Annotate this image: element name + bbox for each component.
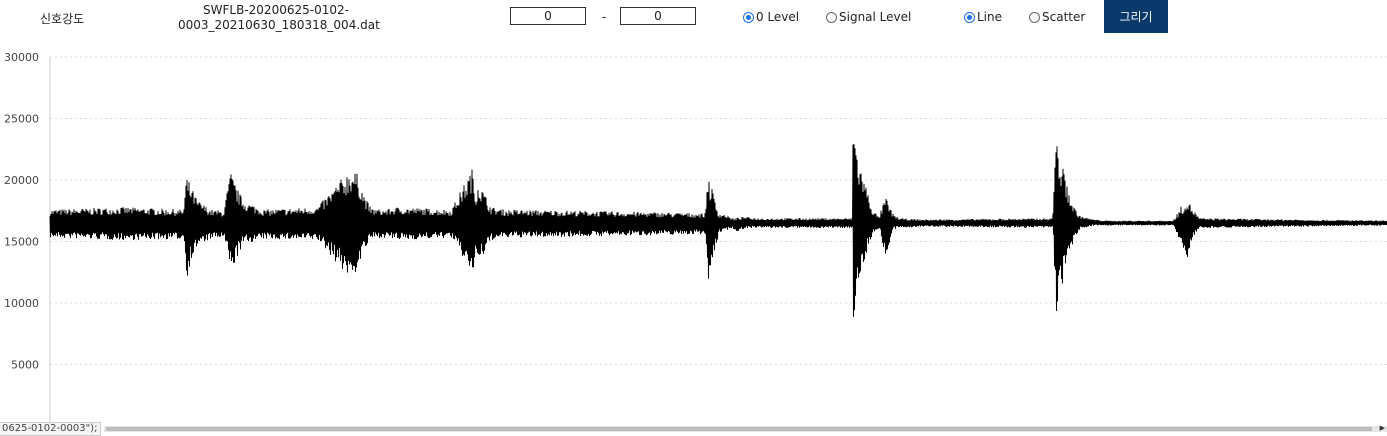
range-separator: - bbox=[602, 10, 607, 24]
draw-button[interactable]: 그리기 bbox=[1104, 0, 1168, 33]
scroll-thumb[interactable] bbox=[106, 427, 1372, 431]
y-tick-layer: 5000 10000 15000 20000 25000 30000 bbox=[4, 51, 39, 372]
y-tick-label-25000: 25000 bbox=[4, 113, 39, 126]
signal-chart: 5000 10000 15000 20000 25000 30000 bbox=[4, 51, 1387, 426]
radio-scatter-label: Scatter bbox=[1042, 10, 1086, 24]
y-tick-label-10000: 10000 bbox=[4, 297, 39, 310]
radio-scatter-dot[interactable] bbox=[1029, 11, 1040, 23]
file-name-line-2: 0003_20210630_180318_004.dat bbox=[178, 18, 380, 32]
y-tick-label-30000: 30000 bbox=[4, 51, 39, 64]
y-tick-label-20000: 20000 bbox=[4, 174, 39, 187]
y-tick-label-15000: 15000 bbox=[4, 236, 39, 249]
scroll-right-arrow-icon[interactable]: ▶ bbox=[1380, 424, 1385, 432]
radio-signal-level-dot[interactable] bbox=[826, 11, 837, 23]
radio-line-label: Line bbox=[977, 10, 1003, 24]
range-start-input[interactable] bbox=[510, 7, 586, 25]
signal-series-line bbox=[49, 143, 1387, 317]
radio-line-dot[interactable] bbox=[964, 11, 975, 23]
radio-zero-level-dot[interactable] bbox=[743, 11, 754, 23]
file-name: SWFLB-20200625-0102- 0003_20210630_18031… bbox=[178, 3, 380, 33]
radio-zero-level[interactable]: 0 Level bbox=[743, 10, 799, 24]
radio-signal-level[interactable]: Signal Level bbox=[826, 10, 911, 24]
toolbar: 신호강도 SWFLB-20200625-0102- 0003_20210630_… bbox=[0, 0, 1387, 44]
signal-strength-label: 신호강도 bbox=[40, 12, 85, 26]
radio-signal-level-label: Signal Level bbox=[839, 10, 912, 24]
scroll-tooltip: 0625-0102-0003"); bbox=[0, 422, 102, 436]
radio-zero-level-label: 0 Level bbox=[756, 10, 800, 24]
y-tick-label-5000: 5000 bbox=[11, 359, 39, 372]
range-end-input[interactable] bbox=[620, 7, 696, 25]
radio-line[interactable]: Line bbox=[964, 10, 1002, 24]
horizontal-scrollbar[interactable]: ▶ bbox=[104, 424, 1387, 432]
file-name-line-1: SWFLB-20200625-0102- bbox=[203, 3, 349, 17]
radio-scatter[interactable]: Scatter bbox=[1029, 10, 1085, 24]
